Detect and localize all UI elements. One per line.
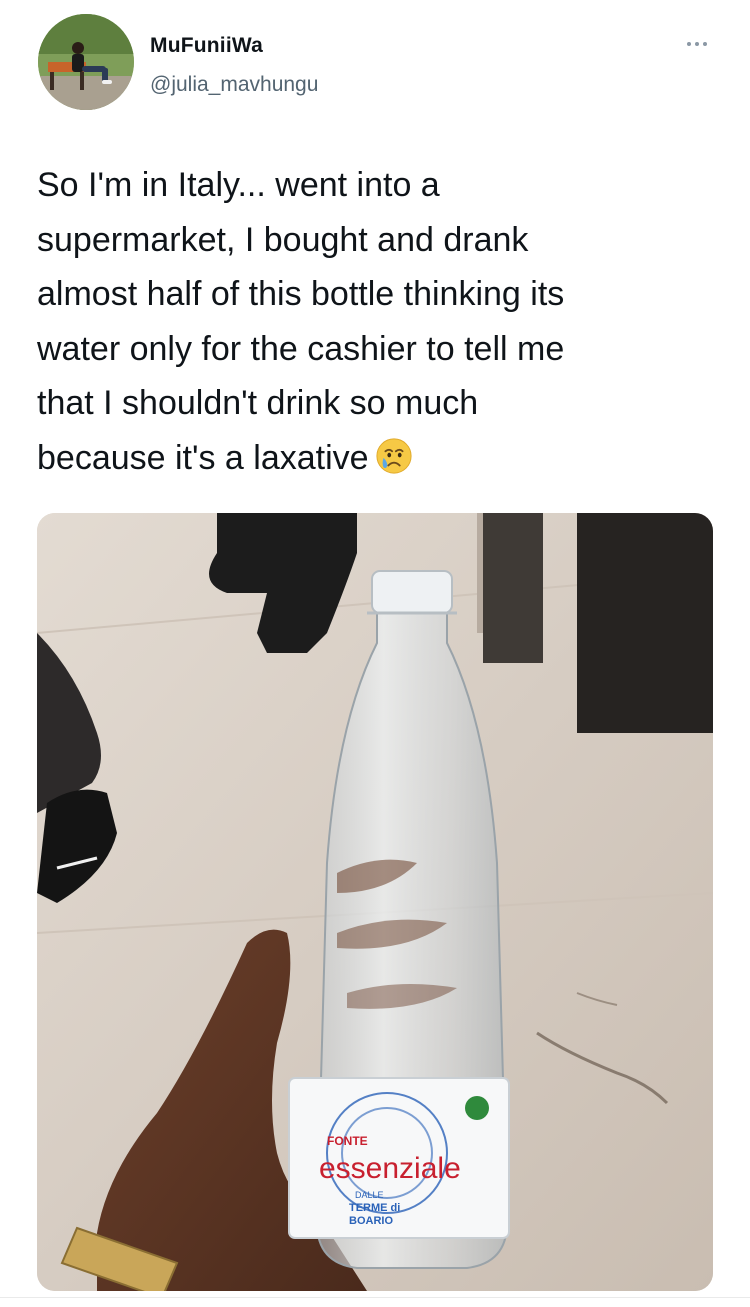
display-name[interactable]: MuFuniiWa: [150, 34, 263, 58]
label-sub-3: BOARIO: [349, 1215, 393, 1227]
divider: [0, 1297, 750, 1298]
more-horizontal-icon[interactable]: [680, 34, 714, 54]
label-sub-2: TERME di: [349, 1202, 400, 1214]
tweet-photo[interactable]: FONTE essenziale DALLE TERME di BOARIO: [37, 513, 713, 1291]
bottle-photo: FONTE essenziale DALLE TERME di BOARIO: [37, 513, 713, 1291]
tweet-body: So I'm in Italy... went into a supermark…: [37, 166, 565, 477]
label-brand-small: FONTE: [327, 1134, 368, 1148]
tweet-card: MuFuniiWa @julia_mavhungu So I'm in Ital…: [0, 0, 750, 1307]
user-handle[interactable]: @julia_mavhungu: [150, 73, 318, 97]
crying-face-icon: [376, 437, 412, 474]
tweet-text: So I'm in Italy... went into a supermark…: [37, 158, 727, 485]
avatar[interactable]: [38, 14, 134, 110]
avatar-image: [38, 14, 134, 110]
label-brand-main: essenziale: [319, 1152, 461, 1185]
label-sub-1: DALLE: [355, 1190, 384, 1200]
